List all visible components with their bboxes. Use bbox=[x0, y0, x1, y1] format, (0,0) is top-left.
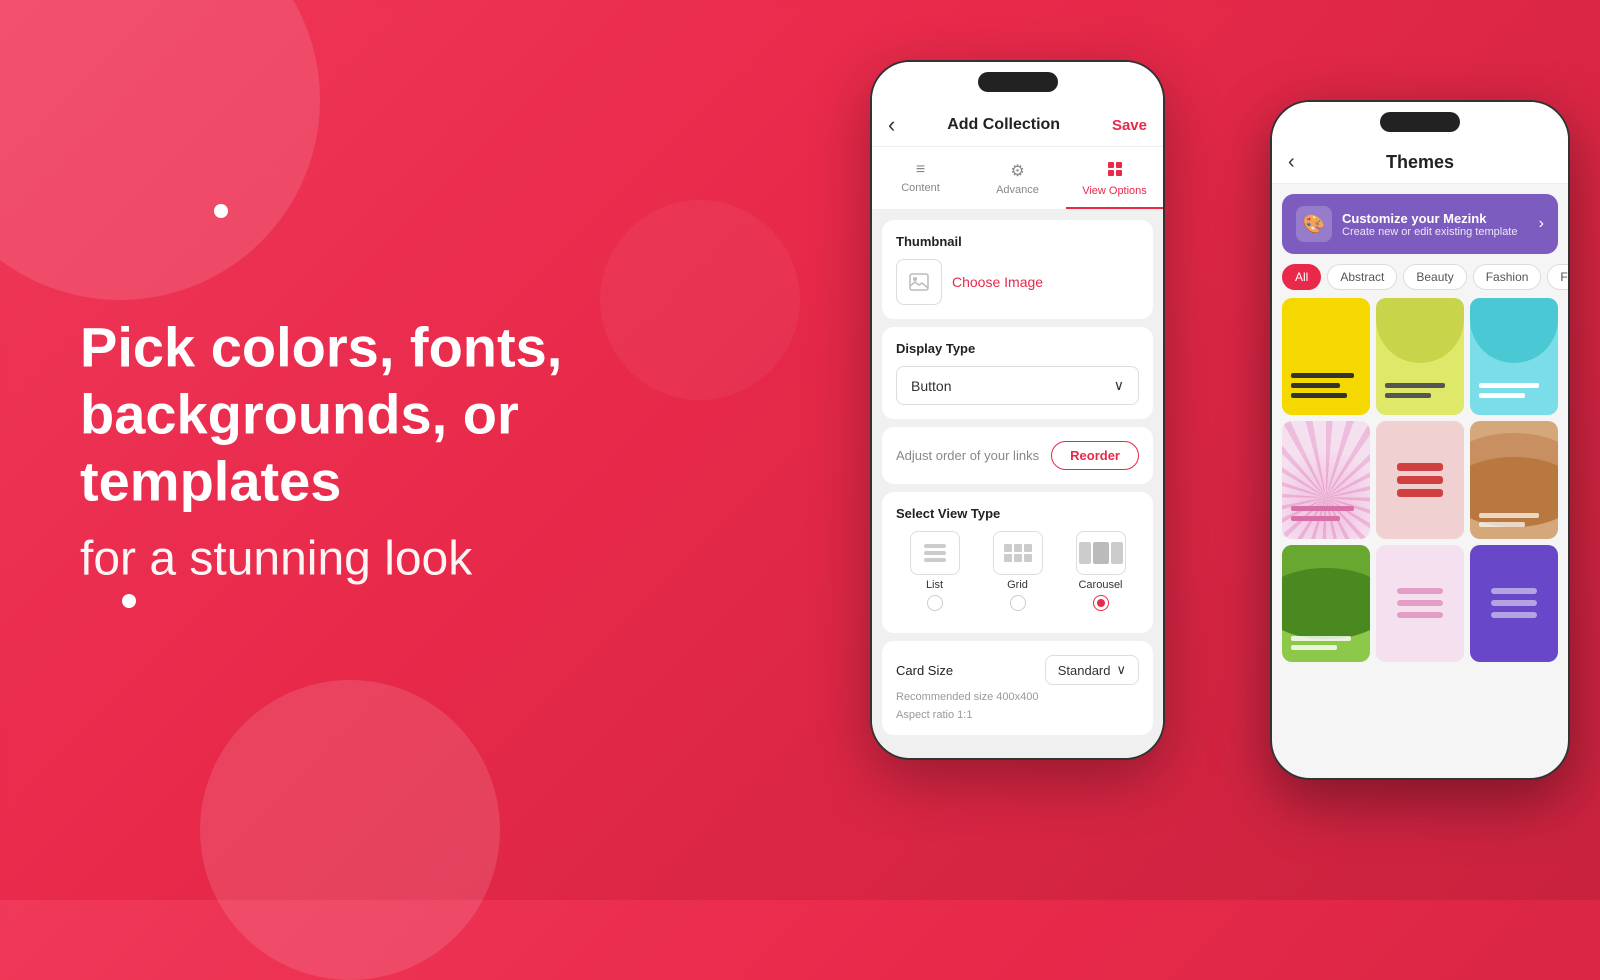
dot-decoration-1 bbox=[214, 204, 228, 218]
phone2-back-button[interactable]: ‹ bbox=[1288, 151, 1295, 174]
list-icon-box bbox=[910, 531, 960, 575]
card-size-dropdown[interactable]: Standard ∨ bbox=[1045, 655, 1139, 685]
grid-icon-box bbox=[993, 531, 1043, 575]
dot-decoration-2 bbox=[122, 594, 136, 608]
list-radio[interactable] bbox=[927, 595, 943, 611]
display-type-title: Display Type bbox=[896, 341, 1139, 356]
card-size-value: Standard bbox=[1058, 663, 1111, 678]
phone1-tabs: ≡ Content ⚙ Advance View Options bbox=[872, 147, 1163, 210]
carousel-radio[interactable] bbox=[1093, 595, 1109, 611]
thumbnail-title: Thumbnail bbox=[896, 234, 1139, 249]
display-type-chevron: ∨ bbox=[1114, 377, 1124, 394]
customize-icon: 🎨 bbox=[1296, 206, 1332, 242]
hero-line2: backgrounds, or templates bbox=[80, 383, 519, 513]
phone1-title: Add Collection bbox=[947, 116, 1060, 134]
theme-pastel-yellow[interactable] bbox=[1376, 298, 1464, 415]
display-type-dropdown[interactable]: Button ∨ bbox=[896, 366, 1139, 405]
choose-image-button[interactable]: Choose Image bbox=[952, 274, 1043, 290]
theme-pink-rays[interactable] bbox=[1282, 421, 1370, 538]
theme-mint[interactable] bbox=[1470, 298, 1558, 415]
theme-green[interactable] bbox=[1282, 545, 1370, 662]
phones-container: ‹ Add Collection Save ≡ Content ⚙ Advanc… bbox=[850, 0, 1600, 900]
bg-decoration-2 bbox=[200, 680, 500, 980]
phone1-save-button[interactable]: Save bbox=[1112, 117, 1147, 134]
tab-content-label: Content bbox=[901, 182, 940, 194]
carousel-icon-box bbox=[1076, 531, 1126, 575]
chip-all[interactable]: All bbox=[1282, 264, 1321, 290]
view-type-card: Select View Type List bbox=[882, 492, 1153, 633]
phone1-back-button[interactable]: ‹ bbox=[888, 112, 895, 138]
phone2-notch bbox=[1380, 112, 1460, 132]
filter-chips: All Abstract Beauty Fashion Food bbox=[1272, 264, 1568, 298]
display-type-card: Display Type Button ∨ bbox=[882, 327, 1153, 419]
view-type-grid: List bbox=[896, 531, 1139, 611]
customize-banner[interactable]: 🎨 Customize your Mezink Create new or ed… bbox=[1282, 194, 1558, 254]
view-type-list[interactable]: List bbox=[896, 531, 973, 611]
bg-decoration-1 bbox=[0, 0, 320, 300]
reorder-button[interactable]: Reorder bbox=[1051, 441, 1139, 470]
reorder-text: Adjust order of your links bbox=[896, 448, 1039, 463]
theme-red-boxes[interactable] bbox=[1376, 421, 1464, 538]
tab-advance[interactable]: ⚙ Advance bbox=[969, 155, 1066, 209]
theme-purple[interactable] bbox=[1470, 545, 1558, 662]
hero-line3: for a stunning look bbox=[80, 531, 700, 586]
card-size-row: Card Size Standard ∨ bbox=[896, 655, 1139, 685]
phone2-title: Themes bbox=[1386, 152, 1454, 173]
phone1-notch bbox=[978, 72, 1058, 92]
customize-text: Customize your Mezink Create new or edit… bbox=[1342, 211, 1517, 238]
tab-advance-label: Advance bbox=[996, 184, 1039, 196]
reorder-card: Adjust order of your links Reorder bbox=[882, 427, 1153, 484]
tab-content[interactable]: ≡ Content bbox=[872, 155, 969, 209]
thumbnail-icon-box bbox=[896, 259, 942, 305]
view-type-grid-item[interactable]: Grid bbox=[979, 531, 1056, 611]
phone1: ‹ Add Collection Save ≡ Content ⚙ Advanc… bbox=[870, 60, 1165, 760]
thumbnail-row: Choose Image bbox=[896, 259, 1139, 305]
view-options-icon bbox=[1107, 161, 1123, 182]
hero-line1: Pick colors, fonts, bbox=[80, 316, 562, 379]
list-icon bbox=[924, 544, 946, 562]
chip-beauty[interactable]: Beauty bbox=[1403, 264, 1466, 290]
content-icon: ≡ bbox=[916, 161, 925, 179]
card-size-hint1: Recommended size 400x400 bbox=[896, 691, 1139, 703]
tab-view-options-label: View Options bbox=[1082, 185, 1147, 197]
chip-abstract[interactable]: Abstract bbox=[1327, 264, 1397, 290]
chip-food[interactable]: Food bbox=[1547, 264, 1568, 290]
grid-label: Grid bbox=[1007, 579, 1028, 591]
phone1-body: Thumbnail Choose Image Display Type bbox=[872, 210, 1163, 760]
advance-icon: ⚙ bbox=[1010, 161, 1024, 181]
grid-icon bbox=[1004, 544, 1032, 562]
theme-soft-pink[interactable] bbox=[1376, 545, 1464, 662]
phone2: ‹ Themes 🎨 Customize your Mezink Create … bbox=[1270, 100, 1570, 780]
customize-subtitle: Create new or edit existing template bbox=[1342, 226, 1517, 238]
card-size-hint2: Aspect ratio 1:1 bbox=[896, 709, 1139, 721]
card-size-card: Card Size Standard ∨ Recommended size 40… bbox=[882, 641, 1153, 735]
customize-arrow: › bbox=[1539, 215, 1544, 233]
carousel-label: Carousel bbox=[1078, 579, 1122, 591]
chip-fashion[interactable]: Fashion bbox=[1473, 264, 1542, 290]
card-size-label: Card Size bbox=[896, 663, 953, 678]
hero-text: Pick colors, fonts, backgrounds, or temp… bbox=[80, 314, 700, 587]
list-label: List bbox=[926, 579, 943, 591]
view-type-title: Select View Type bbox=[896, 506, 1139, 521]
theme-yellow[interactable] bbox=[1282, 298, 1370, 415]
theme-sandy[interactable] bbox=[1470, 421, 1558, 538]
view-type-carousel[interactable]: Carousel bbox=[1062, 531, 1139, 611]
thumbnail-card: Thumbnail Choose Image bbox=[882, 220, 1153, 319]
carousel-icon bbox=[1079, 542, 1123, 564]
tab-view-options[interactable]: View Options bbox=[1066, 155, 1163, 209]
grid-radio[interactable] bbox=[1010, 595, 1026, 611]
display-type-value: Button bbox=[911, 378, 951, 394]
customize-title: Customize your Mezink bbox=[1342, 211, 1517, 226]
theme-grid bbox=[1272, 298, 1568, 662]
card-size-chevron: ∨ bbox=[1116, 662, 1126, 678]
